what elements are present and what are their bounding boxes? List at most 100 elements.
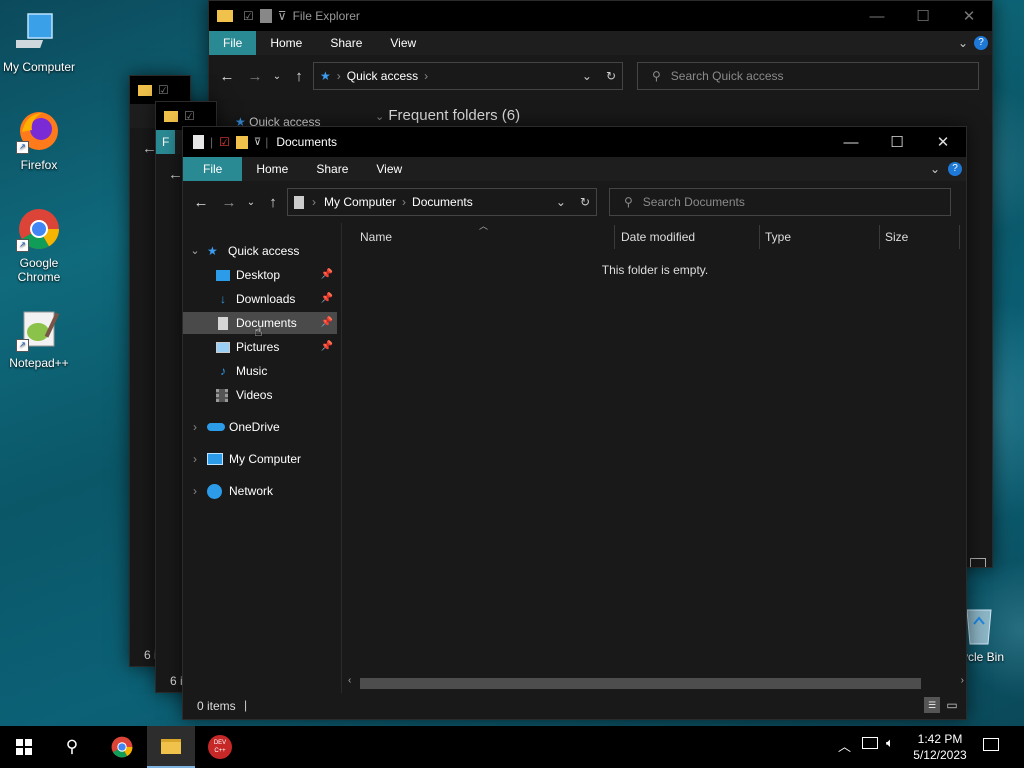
address-dropdown-icon[interactable]: ⌄ bbox=[582, 69, 592, 83]
chevron-right-icon[interactable]: › bbox=[185, 480, 205, 502]
volume-icon[interactable]: 🔈︎ bbox=[886, 735, 894, 751]
minimize-button[interactable]: — bbox=[828, 127, 874, 157]
refresh-icon[interactable]: ↻ bbox=[580, 195, 590, 209]
tab-share[interactable]: Share bbox=[316, 31, 376, 55]
clock[interactable]: 1:42 PM 5/12/2023 bbox=[908, 731, 972, 763]
new-folder-icon[interactable] bbox=[235, 135, 248, 149]
customize-quick-access-icon[interactable]: ⊽ bbox=[254, 137, 261, 148]
desktop-icon-notepadpp[interactable]: ↗ Notepad++ bbox=[1, 306, 77, 370]
expand-ribbon-icon[interactable]: ⌄ bbox=[958, 36, 968, 50]
quick-access-star-icon: ★ bbox=[320, 69, 331, 83]
close-button[interactable]: ✕ bbox=[920, 127, 966, 157]
pin-icon[interactable]: 📌 bbox=[321, 336, 333, 358]
taskbar-file-explorer[interactable] bbox=[147, 726, 195, 768]
network-status-icon[interactable] bbox=[862, 737, 878, 749]
title-bar[interactable]: ☑ bbox=[130, 76, 190, 104]
folder-icon bbox=[217, 10, 233, 22]
recent-locations-icon[interactable]: ⌄ bbox=[243, 197, 259, 208]
scroll-right-icon[interactable]: › bbox=[961, 675, 964, 686]
tab-file[interactable]: File bbox=[209, 31, 257, 55]
section-header[interactable]: ⌄ Frequent folders (6) bbox=[375, 107, 520, 124]
new-folder-icon[interactable] bbox=[259, 9, 272, 23]
address-bar[interactable]: ★ › Quick access › ⌄ ↻ bbox=[313, 62, 623, 90]
horizontal-scrollbar[interactable]: ‹ › bbox=[346, 675, 966, 690]
title-bar[interactable]: ☑ ⊽ File Explorer — ☐ ✕ bbox=[209, 1, 992, 31]
tab-view[interactable]: View bbox=[376, 31, 430, 55]
address-bar[interactable]: › My Computer › Documents ⌄ ↻ bbox=[287, 188, 597, 216]
videos-icon bbox=[216, 388, 228, 402]
help-icon[interactable]: ? bbox=[974, 36, 988, 50]
sidebar-item-my-computer[interactable]: › My Computer bbox=[183, 448, 337, 470]
refresh-icon[interactable]: ↻ bbox=[606, 69, 616, 83]
column-header-name[interactable]: Name bbox=[360, 225, 615, 249]
tab-view[interactable]: View bbox=[362, 157, 416, 181]
column-header-date-modified[interactable]: Date modified bbox=[621, 225, 760, 249]
taskbar-dev-cpp[interactable]: DEV C++ bbox=[196, 726, 244, 768]
properties-icon[interactable]: ☑ bbox=[219, 135, 230, 149]
search-icon: ⚲ bbox=[65, 737, 79, 756]
address-segment[interactable]: Quick access bbox=[347, 69, 418, 83]
maximize-button[interactable]: ☐ bbox=[874, 127, 920, 157]
chevron-right-icon[interactable]: › bbox=[185, 448, 205, 470]
sidebar-item-music[interactable]: ♪ Music bbox=[183, 360, 337, 382]
up-button[interactable]: ↑ bbox=[259, 194, 287, 211]
minimize-button[interactable]: — bbox=[854, 1, 900, 31]
action-center-icon[interactable] bbox=[983, 738, 999, 751]
view-toggle-icon[interactable] bbox=[970, 558, 986, 567]
back-button[interactable]: ← bbox=[213, 68, 241, 85]
help-icon[interactable]: ? bbox=[948, 162, 962, 176]
back-button[interactable]: ← bbox=[168, 166, 183, 183]
folder-icon bbox=[138, 84, 152, 96]
title-bar[interactable]: | ☑ ⊽ | Documents — ☐ ✕ bbox=[183, 127, 966, 157]
taskbar-chrome[interactable] bbox=[98, 726, 146, 768]
search-box[interactable]: ⚲ Search Documents bbox=[609, 188, 951, 216]
quick-access-star-icon: ★ bbox=[207, 244, 218, 258]
tab-home[interactable]: Home bbox=[256, 31, 316, 55]
documents-window[interactable]: | ☑ ⊽ | Documents — ☐ ✕ File Home Share … bbox=[182, 126, 967, 720]
scroll-left-icon[interactable]: ‹ bbox=[348, 675, 351, 686]
column-header-type[interactable]: Type bbox=[765, 225, 880, 249]
sidebar-item-videos[interactable]: Videos bbox=[183, 384, 337, 406]
sidebar-item-onedrive[interactable]: › OneDrive bbox=[183, 416, 337, 438]
sidebar-item-network[interactable]: › Network bbox=[183, 480, 337, 502]
nav-quick-access[interactable]: ⌄ ★ Quick access bbox=[183, 240, 339, 262]
sidebar-item-desktop[interactable]: Desktop 📌 bbox=[183, 264, 337, 286]
back-button[interactable]: ← bbox=[187, 194, 215, 211]
pin-icon[interactable]: 📌 bbox=[321, 312, 333, 334]
desktop-icon-my-computer[interactable]: My Computer bbox=[1, 10, 77, 74]
taskbar: ⚲ DEV C++ ︿ 🔈︎ 1:42 PM 5/12/2023 bbox=[0, 726, 1024, 768]
maximize-button[interactable]: ☐ bbox=[900, 1, 946, 31]
pin-icon[interactable]: 📌 bbox=[321, 288, 333, 310]
forward-button[interactable]: → bbox=[241, 68, 269, 85]
breadcrumb-my-computer[interactable]: My Computer bbox=[324, 195, 396, 209]
customize-quick-access-icon[interactable]: ⊽ bbox=[278, 9, 287, 23]
search-button[interactable]: ⚲ bbox=[48, 726, 96, 768]
forward-button[interactable]: → bbox=[215, 194, 243, 211]
breadcrumb-documents[interactable]: Documents bbox=[412, 195, 473, 209]
chevron-down-icon[interactable]: ⌄ bbox=[185, 240, 205, 262]
column-header-size[interactable]: Size bbox=[885, 225, 960, 249]
large-icons-view-button[interactable]: ▭ bbox=[944, 697, 960, 713]
sidebar-item-downloads[interactable]: ↓ Downloads 📌 bbox=[183, 288, 337, 310]
close-button[interactable]: ✕ bbox=[946, 1, 992, 31]
address-dropdown-icon[interactable]: ⌄ bbox=[556, 195, 566, 209]
chevron-right-icon[interactable]: › bbox=[185, 416, 205, 438]
folder-icon bbox=[164, 110, 178, 122]
tab-home[interactable]: Home bbox=[242, 157, 302, 181]
recent-locations-icon[interactable]: ⌄ bbox=[269, 71, 285, 82]
desktop-icon-firefox[interactable]: ↗ Firefox bbox=[1, 108, 77, 172]
expand-ribbon-icon[interactable]: ⌄ bbox=[930, 162, 940, 176]
show-hidden-icons-button[interactable]: ︿ bbox=[838, 736, 851, 755]
properties-icon[interactable]: ☑ bbox=[243, 9, 254, 23]
desktop-icon-chrome[interactable]: ↗ Google Chrome bbox=[1, 206, 77, 284]
item-count: 0 items bbox=[197, 699, 236, 713]
pin-icon[interactable]: 📌 bbox=[321, 264, 333, 286]
tab-file[interactable]: F bbox=[156, 130, 176, 154]
start-button[interactable] bbox=[0, 726, 48, 768]
details-view-button[interactable]: ☰ bbox=[924, 697, 940, 713]
up-button[interactable]: ↑ bbox=[285, 68, 313, 85]
scrollbar-thumb[interactable] bbox=[360, 678, 921, 689]
search-box[interactable]: ⚲ Search Quick access bbox=[637, 62, 979, 90]
tab-file[interactable]: File bbox=[183, 157, 243, 181]
tab-share[interactable]: Share bbox=[302, 157, 362, 181]
